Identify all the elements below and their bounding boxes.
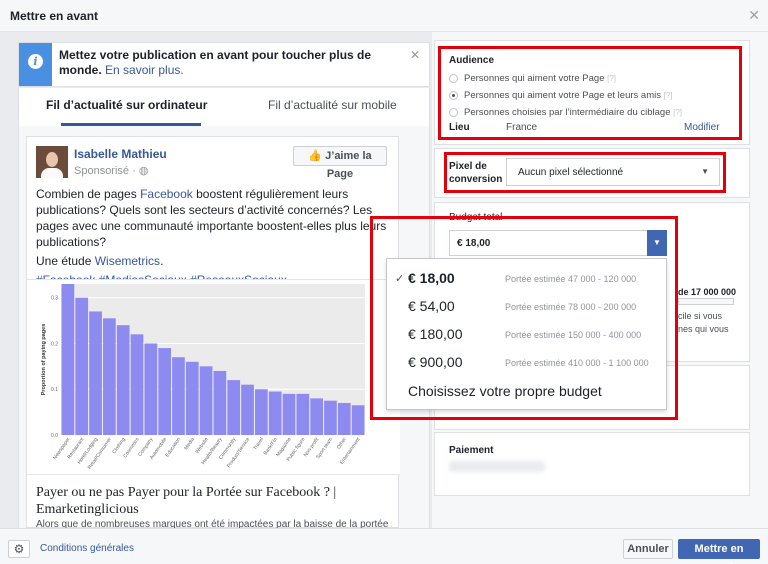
audience-radio-targeting[interactable] [449,108,458,117]
post-preview-area: Isabelle Mathieu Sponsorisé · ◍ 👍 J’aime… [18,126,430,530]
notice-message: Mettez votre publication en avant pour t… [59,48,399,78]
post-text-part: Combien de pages [36,187,141,201]
audience-title: Audience [449,55,495,66]
x-tick-label: Media [183,437,196,452]
edit-audience-link[interactable]: Modifier [684,122,720,133]
y-tick-label: 0.3 [51,296,58,302]
chart-bar [130,334,144,435]
sponsored-text: Sponsorisé · [74,165,139,177]
chart-bar [103,318,116,435]
learn-more-link[interactable]: En savoir plus. [105,63,184,77]
chart-bar [255,389,268,435]
sponsored-label: Sponsorisé · ◍ [74,164,148,177]
option-label: Personnes qui aiment votre Page [464,73,605,84]
preview-tabs: Fil d’actualité sur ordinateur Fil d’act… [18,88,430,126]
help-icon[interactable]: [?] [607,74,616,83]
budget-highlight [370,216,678,420]
pixel-select-value: Aucun pixel sélectionné [518,167,624,178]
chart-bar [172,357,185,435]
chart-bar [268,391,282,435]
audience-option-fans[interactable]: Personnes qui aiment votre Page [?] [464,73,616,84]
link-title[interactable]: Payer ou ne pas Payer pour la Portée sur… [36,484,392,518]
facebook-link[interactable]: Facebook [140,187,193,201]
terms-link[interactable]: Conditions générales [40,543,134,554]
help-icon[interactable]: [?] [673,108,682,117]
boost-button[interactable]: Mettre en avant [678,539,760,564]
y-tick-label: 0.0 [51,433,58,439]
like-page-button[interactable]: 👍 J’aime la Page [293,146,387,180]
audience-option-targeting[interactable]: Personnes choisies par l’intermédiaire d… [464,107,682,118]
gear-icon[interactable]: ⚙ [8,540,30,558]
location-value: France [506,122,538,133]
cancel-button[interactable]: Annuler [623,539,673,559]
dialog-header: Mettre en avant ✕ [0,0,768,32]
avatar [36,146,68,178]
chart-bar [89,311,102,435]
tab-mobile-feed[interactable]: Fil d’actualité sur mobile [268,98,397,112]
info-icon: i [28,54,43,69]
chart-bar [116,325,130,435]
chart-bar [61,284,75,435]
reach-info-line2: nes qui vous [678,324,729,334]
post-paragraph: Combien de pages Facebook boostent régul… [36,186,396,250]
audience-radio-fans[interactable] [449,74,458,83]
chart-bar [241,384,254,435]
chart-bar [199,366,213,435]
chevron-down-icon: ▼ [701,167,709,176]
author-name[interactable]: Isabelle Mathieu [74,147,167,161]
tab-desktop-feed[interactable]: Fil d’actualité sur ordinateur [46,98,207,112]
option-label: Personnes choisies par l’intermédiaire d… [464,107,671,118]
dialog-title: Mettre en avant [10,9,99,23]
y-axis-label: Proportion of paying pages [41,324,47,396]
shared-chart-image[interactable]: 0.3 0.2 0.1 0.0 Newspaper Restaurant Hotel/Lod… [27,279,400,475]
chart-bar [227,380,241,435]
chart-bar [213,370,227,435]
chart-bar [158,348,171,435]
audience-option-fans-friends[interactable]: Personnes qui aiment votre Page et leurs… [464,90,673,101]
chart-bar [185,361,199,435]
x-tick-label: Travel [252,437,265,452]
pixel-label-line1: Pixel de [449,161,487,172]
reach-bar [678,298,734,305]
study-suffix: . [160,254,164,268]
audience-radio-fans-friends[interactable] [449,91,458,100]
notice-close-icon[interactable]: ✕ [410,48,420,62]
chart-bar [310,398,323,435]
close-icon[interactable]: ✕ [748,7,760,24]
globe-icon: ◍ [138,165,149,177]
pixel-label-line2: conversion [449,174,503,185]
info-notice: i Mettez votre publication en avant pour… [18,42,430,87]
y-tick-label: 0.2 [51,341,58,347]
post-text: Combien de pages Facebook boostent régul… [36,186,396,291]
study-line: Une étude Wisemetrics. [36,253,396,269]
post-card: Isabelle Mathieu Sponsorisé · ◍ 👍 J’aime… [26,136,400,530]
payment-title: Paiement [449,445,494,456]
location-label: Lieu [449,122,470,133]
payment-method-blurred [449,461,545,472]
study-prefix: Une étude [36,254,95,268]
pixel-select[interactable]: Aucun pixel sélectionné ▼ [506,158,720,186]
reach-max-label: de 17 000 000 [678,287,737,297]
wisemetrics-link[interactable]: Wisemetrics [95,254,160,268]
option-label: Personnes qui aiment votre Page et leurs… [464,90,661,101]
preview-column: i Mettez votre publication en avant pour… [0,32,432,530]
chart-bar [296,393,310,435]
chart-bar [144,343,158,435]
reach-info-line1: cile si vous [678,311,723,321]
link-preview[interactable]: Payer ou ne pas Payer pour la Portée sur… [27,476,400,530]
dialog-footer: ⚙ Conditions générales Annuler Mettre en… [0,528,768,564]
x-tick-label: Other [336,436,348,450]
bar-chart: 0.30.20.10.0NewspaperRestaurantHotel/Lod… [41,284,365,471]
chart-bar [75,297,89,435]
chart-bar [282,393,296,435]
like-page-label: J’aime la Page [325,150,372,180]
chart-bar [351,405,365,435]
chart-bar [337,402,351,435]
info-badge: i [19,43,52,86]
y-tick-label: 0.1 [51,387,58,393]
thumbs-up-icon: 👍 [308,150,323,162]
chart-bar [324,400,337,435]
help-icon[interactable]: [?] [664,91,673,100]
